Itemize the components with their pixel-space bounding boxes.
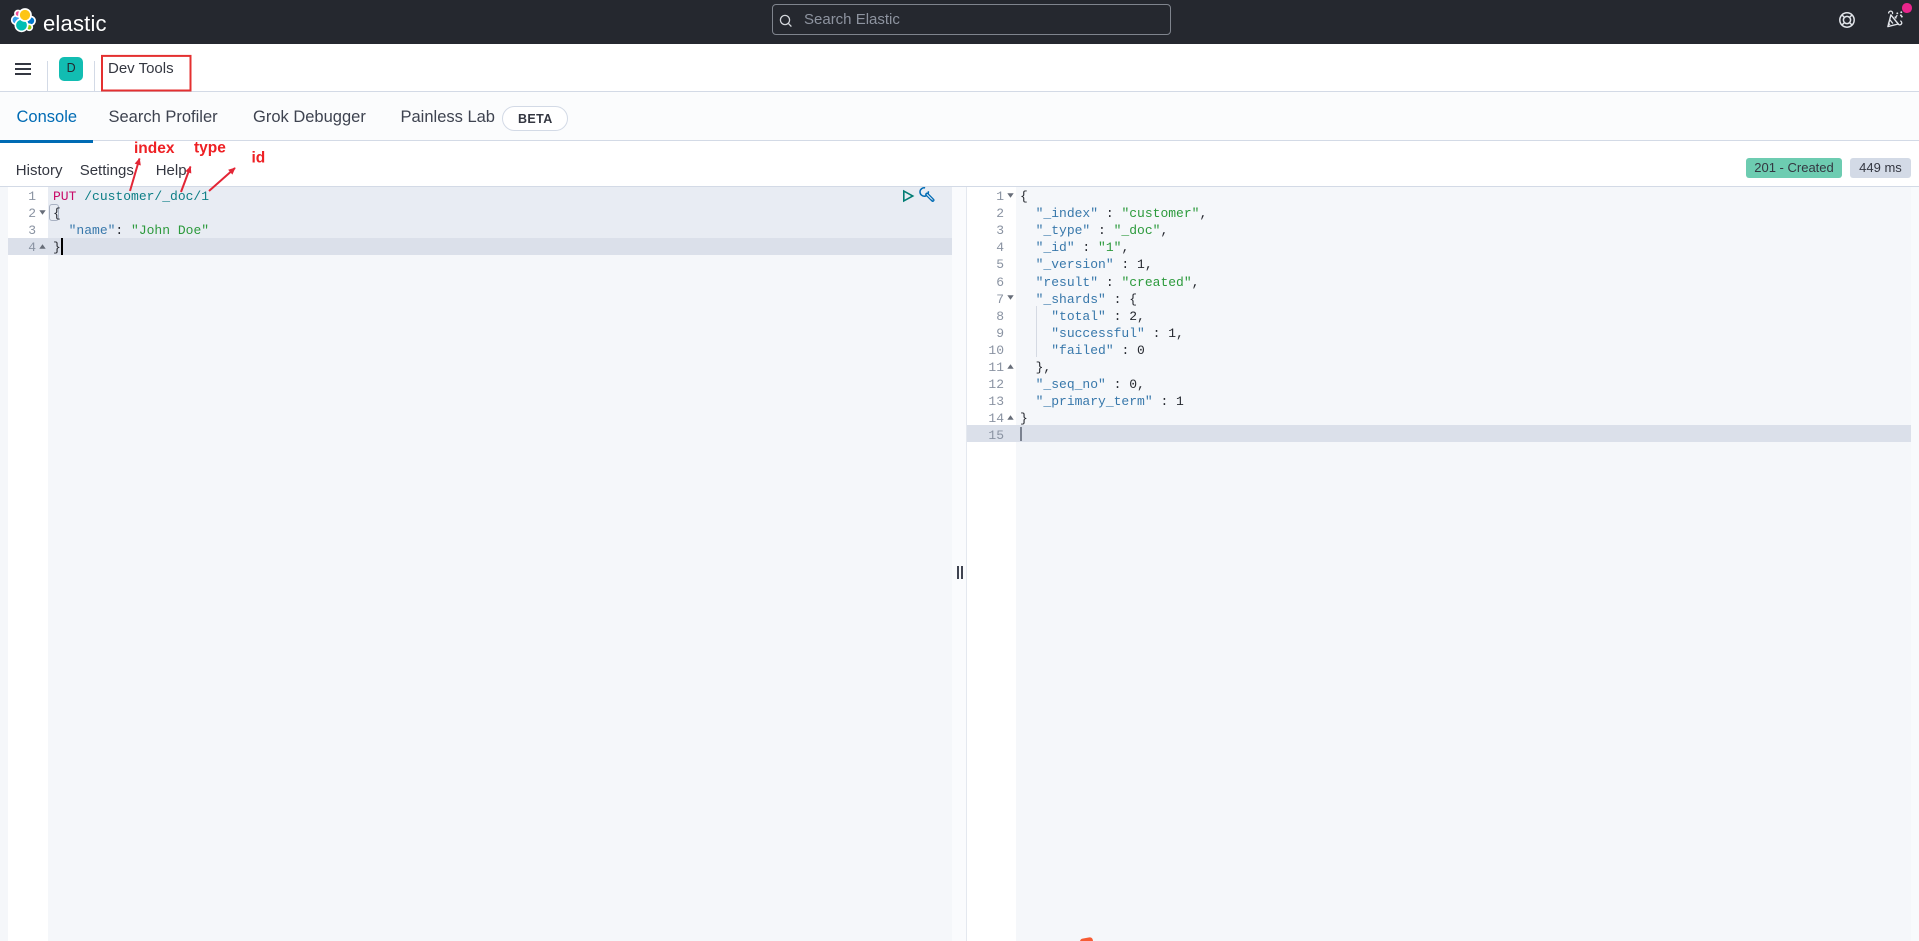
svg-text:index: index	[134, 140, 175, 157]
svg-text:id: id	[252, 150, 266, 167]
svg-text:type: type	[194, 140, 226, 157]
